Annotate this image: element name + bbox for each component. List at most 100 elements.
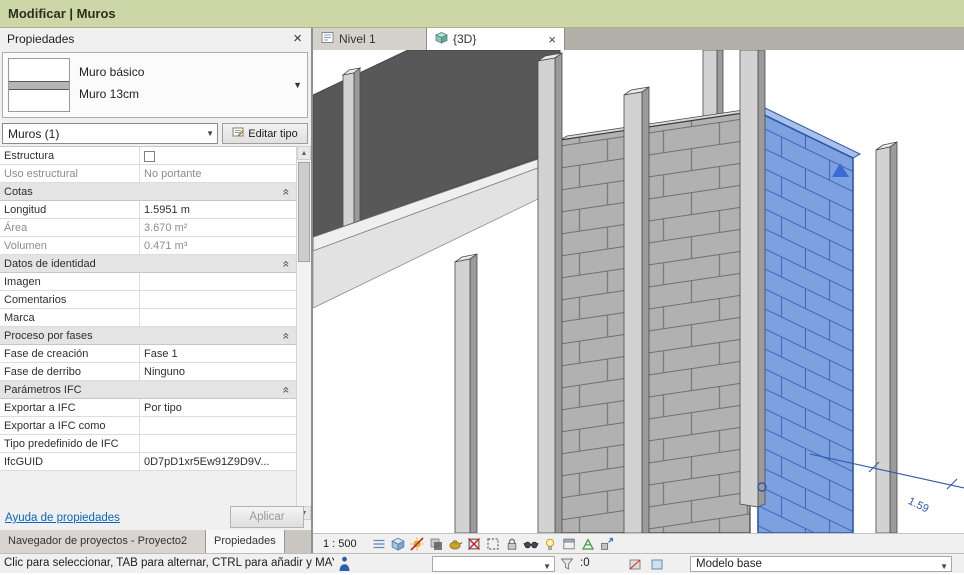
property-value[interactable] [140,291,296,308]
checkbox[interactable] [144,150,155,162]
apply-button[interactable]: Aplicar [230,506,304,528]
displacement-sets-icon[interactable] [598,535,616,553]
property-row: Área 3.670 m² [0,219,296,237]
scroll-up-icon[interactable]: ▲ [297,146,311,160]
contextual-tab-title[interactable]: Modificar | Muros [8,6,116,21]
property-value[interactable] [140,147,296,164]
properties-scrollbar[interactable]: ▲ ▼ [296,146,311,520]
tab-nivel-1[interactable]: Nivel 1 [313,28,427,50]
analytical-model-icon[interactable] [579,535,597,553]
view-tab-label: Nivel 1 [339,32,376,46]
design-options-combobox[interactable]: Modelo base ▼ [690,556,952,572]
section-header[interactable]: Cotas « [0,183,296,201]
property-row: Tipo predefinido de IFC [0,435,296,453]
column-mid[interactable] [623,86,650,533]
collapse-chevron-icon[interactable]: « [280,386,294,393]
panel-tab-bar: Navegador de proyectos - Proyecto2 Propi… [0,530,311,553]
scrollbar-thumb[interactable] [298,162,310,262]
properties-panel: Propiedades × Muro básico Muro 13cm ▼ Mu… [0,28,311,553]
property-value[interactable]: 1.5951 m [140,201,296,218]
rendering-dialog-icon[interactable] [446,535,464,553]
property-row: Imagen [0,273,296,291]
column-junction[interactable] [739,50,766,508]
type-selector[interactable]: Muro básico Muro 13cm ▼ [2,52,308,118]
locked-3d-view-icon[interactable] [503,535,521,553]
property-label: Longitud [0,201,140,218]
close-panel-icon[interactable]: × [293,30,302,47]
close-view-icon[interactable]: × [548,32,556,47]
property-value[interactable]: Ninguno [140,363,296,380]
property-label: Uso estructural [0,165,140,182]
scale-button[interactable]: 1 : 500 [316,538,369,550]
chevron-down-icon[interactable]: ▼ [940,562,948,571]
section-header[interactable]: Proceso por fases « [0,327,296,345]
column-left[interactable] [341,67,362,231]
active-only-icon[interactable] [650,557,664,574]
column-center[interactable] [537,52,563,533]
chevron-down-icon[interactable]: ▼ [206,129,214,138]
properties-panel-header: Propiedades × [0,28,311,50]
contextual-tab-bar: Modificar | Muros [0,0,964,28]
3d-scene: 1.59 [313,50,964,533]
property-label: Fase de derribo [0,363,140,380]
property-value[interactable] [140,417,296,434]
property-value[interactable]: Fase 1 [140,345,296,362]
collapse-chevron-icon[interactable]: « [280,188,294,195]
property-value[interactable] [140,273,296,290]
property-row: Marca [0,309,296,327]
detail-level-icon[interactable] [370,535,388,553]
selection-count: :0 [580,557,590,569]
sun-path-icon[interactable] [408,535,426,553]
shadows-icon[interactable] [427,535,445,553]
property-label: Fase de creación [0,345,140,362]
section-label: Cotas [4,185,33,198]
property-row: Exportar a IFC como [0,417,296,435]
press-drag-icon[interactable] [338,556,351,575]
plan-view-icon [321,31,334,47]
edit-type-button[interactable]: Editar tipo [222,123,308,144]
property-label: IfcGUID [0,453,140,470]
section-header[interactable]: Datos de identidad « [0,255,296,273]
property-value[interactable] [140,435,296,452]
exclude-options-icon[interactable] [628,557,642,574]
property-value[interactable]: 0D7pD1xr5Ew91Z9D9V... [140,453,296,470]
property-label: Área [0,219,140,236]
property-row: Uso estructural No portante [0,165,296,183]
design-option-value: Modelo base [696,558,762,570]
filter-icon[interactable] [560,557,574,574]
property-row: Estructura [0,147,296,165]
temporary-hide-isolate-icon[interactable] [522,535,540,553]
worksets-combobox[interactable]: ▼ [432,556,555,572]
3d-viewport[interactable]: 1.59 [313,50,964,533]
show-crop-region-icon[interactable] [484,535,502,553]
property-value[interactable]: 0.471 m³ [140,237,296,254]
type-family-name: Muro básico [79,65,145,79]
tab-project-browser[interactable]: Navegador de proyectos - Proyecto2 [0,530,206,553]
section-header[interactable]: Parámetros IFC « [0,381,296,399]
property-value[interactable]: 3.670 m² [140,219,296,236]
property-label: Exportar a IFC [0,399,140,416]
collapse-chevron-icon[interactable]: « [280,332,294,339]
section-label: Datos de identidad [4,257,96,270]
3d-view-icon [435,31,448,47]
type-selector-dropdown-icon[interactable]: ▼ [293,80,302,90]
chevron-down-icon[interactable]: ▼ [543,562,551,571]
temporary-view-properties-icon[interactable] [560,535,578,553]
property-row: Exportar a IFC Por tipo [0,399,296,417]
property-value[interactable] [140,309,296,326]
properties-help-link[interactable]: Ayuda de propiedades [5,512,120,524]
visual-style-icon[interactable] [389,535,407,553]
reveal-hidden-elements-icon[interactable] [541,535,559,553]
property-value[interactable]: No portante [140,165,296,182]
brick-wall[interactable] [559,111,751,533]
tab-properties[interactable]: Propiedades [206,530,285,553]
selection-filter-combobox[interactable]: Muros (1) ▼ [2,123,218,144]
column-right[interactable] [875,141,898,533]
view-tab-bar: Nivel 1 {3D} × [313,28,964,50]
property-value[interactable]: Por tipo [140,399,296,416]
collapse-chevron-icon[interactable]: « [280,260,294,267]
type-name: Muro 13cm [79,87,140,101]
crop-view-icon[interactable] [465,535,483,553]
tab-3d[interactable]: {3D} × [427,28,565,50]
column-floor[interactable] [454,253,478,533]
